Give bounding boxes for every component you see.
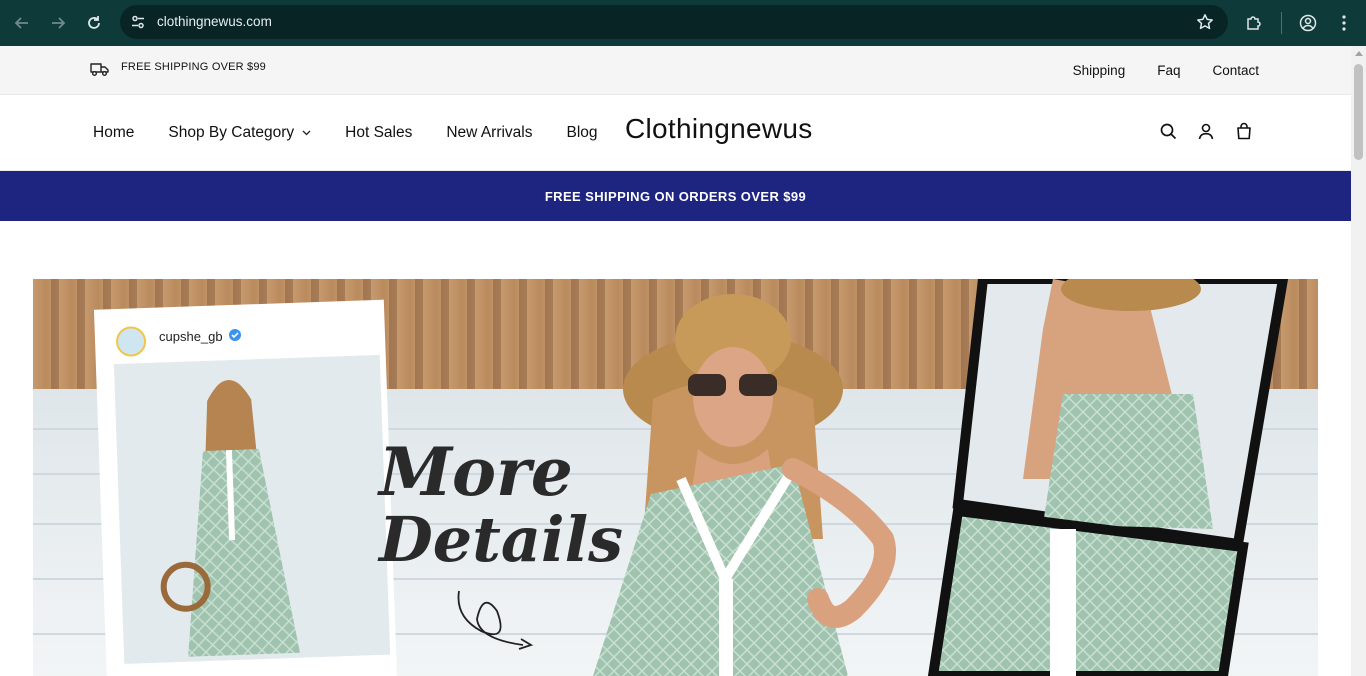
address-bar[interactable]: clothingnewus.com <box>120 5 1228 39</box>
header-actions <box>1159 121 1253 141</box>
reload-button[interactable] <box>81 10 107 36</box>
forward-button[interactable] <box>45 10 71 36</box>
url-text: clothingnewus.com <box>157 14 272 29</box>
social-post-card <box>93 299 398 676</box>
nav-home[interactable]: Home <box>93 124 134 142</box>
utility-links: Shipping Faq Contact <box>1073 46 1259 95</box>
top-utility-bar: FREE SHIPPING OVER $99 Shipping Faq Cont… <box>0 46 1351 95</box>
search-icon <box>1160 123 1176 139</box>
kebab-menu-icon <box>1342 15 1346 31</box>
search-button[interactable] <box>1159 121 1177 141</box>
toolbar-divider <box>1281 12 1282 34</box>
vertical-scrollbar[interactable] <box>1351 46 1366 676</box>
forward-arrow-icon <box>52 17 66 29</box>
nav-shop-label: Shop By Category <box>168 124 295 141</box>
site-header: Home Shop By Category Hot Sales New Arri… <box>0 95 1351 171</box>
delivery-truck-icon <box>90 63 109 76</box>
puzzle-icon <box>1247 16 1261 30</box>
headline-more: More <box>377 433 573 511</box>
nav-home-label: Home <box>93 124 135 141</box>
cart-button[interactable] <box>1235 121 1253 141</box>
extensions-button[interactable] <box>1241 10 1267 36</box>
bookmark-star-icon[interactable] <box>1196 13 1214 31</box>
post-username: cupshe_gb <box>159 329 223 344</box>
browser-toolbar: clothingnewus.com <box>0 0 1366 46</box>
nav-new-arrivals[interactable]: New Arrivals <box>446 124 532 142</box>
detail-photo-frames <box>927 279 1289 676</box>
contact-link[interactable]: Contact <box>1212 63 1259 78</box>
announcement-text: FREE SHIPPING ON ORDERS OVER $99 <box>544 188 807 204</box>
headline-details: Details <box>377 503 623 576</box>
account-button[interactable] <box>1197 121 1215 141</box>
account-circle-icon <box>1299 14 1317 32</box>
hero-banner[interactable]: cupshe_gb More Details <box>33 279 1318 676</box>
nav-blog-label: Blog <box>566 124 598 141</box>
main-navigation: Home Shop By Category Hot Sales New Arri… <box>93 95 632 171</box>
nav-hot-sales[interactable]: Hot Sales <box>345 124 412 142</box>
nav-shop-by-category[interactable]: Shop By Category <box>168 124 311 142</box>
back-arrow-icon <box>14 17 28 29</box>
shipping-link[interactable]: Shipping <box>1073 63 1126 78</box>
back-button[interactable] <box>9 10 35 36</box>
nav-new-arrivals-label: New Arrivals <box>446 124 533 141</box>
nav-hot-sales-label: Hot Sales <box>345 124 413 141</box>
shopping-bag-icon <box>1237 122 1251 140</box>
user-icon <box>1198 123 1214 139</box>
scroll-up-arrow-icon[interactable] <box>1355 51 1363 56</box>
scrollbar-thumb[interactable] <box>1354 64 1363 160</box>
reload-icon <box>88 16 100 29</box>
profile-button[interactable] <box>1295 10 1321 36</box>
site-info-icon[interactable] <box>130 14 146 30</box>
hero-banner-image: cupshe_gb More Details <box>33 279 1318 676</box>
page-viewport: FREE SHIPPING OVER $99 Shipping Faq Cont… <box>0 46 1351 676</box>
site-logo[interactable]: Clothingnewus <box>625 113 813 145</box>
shipping-note: FREE SHIPPING OVER $99 <box>121 61 266 73</box>
nav-blog[interactable]: Blog <box>567 124 598 142</box>
chevron-down-icon <box>302 130 311 136</box>
announcement-bar: FREE SHIPPING ON ORDERS OVER $99 <box>0 171 1351 221</box>
menu-button[interactable] <box>1331 10 1357 36</box>
faq-link[interactable]: Faq <box>1157 63 1180 78</box>
